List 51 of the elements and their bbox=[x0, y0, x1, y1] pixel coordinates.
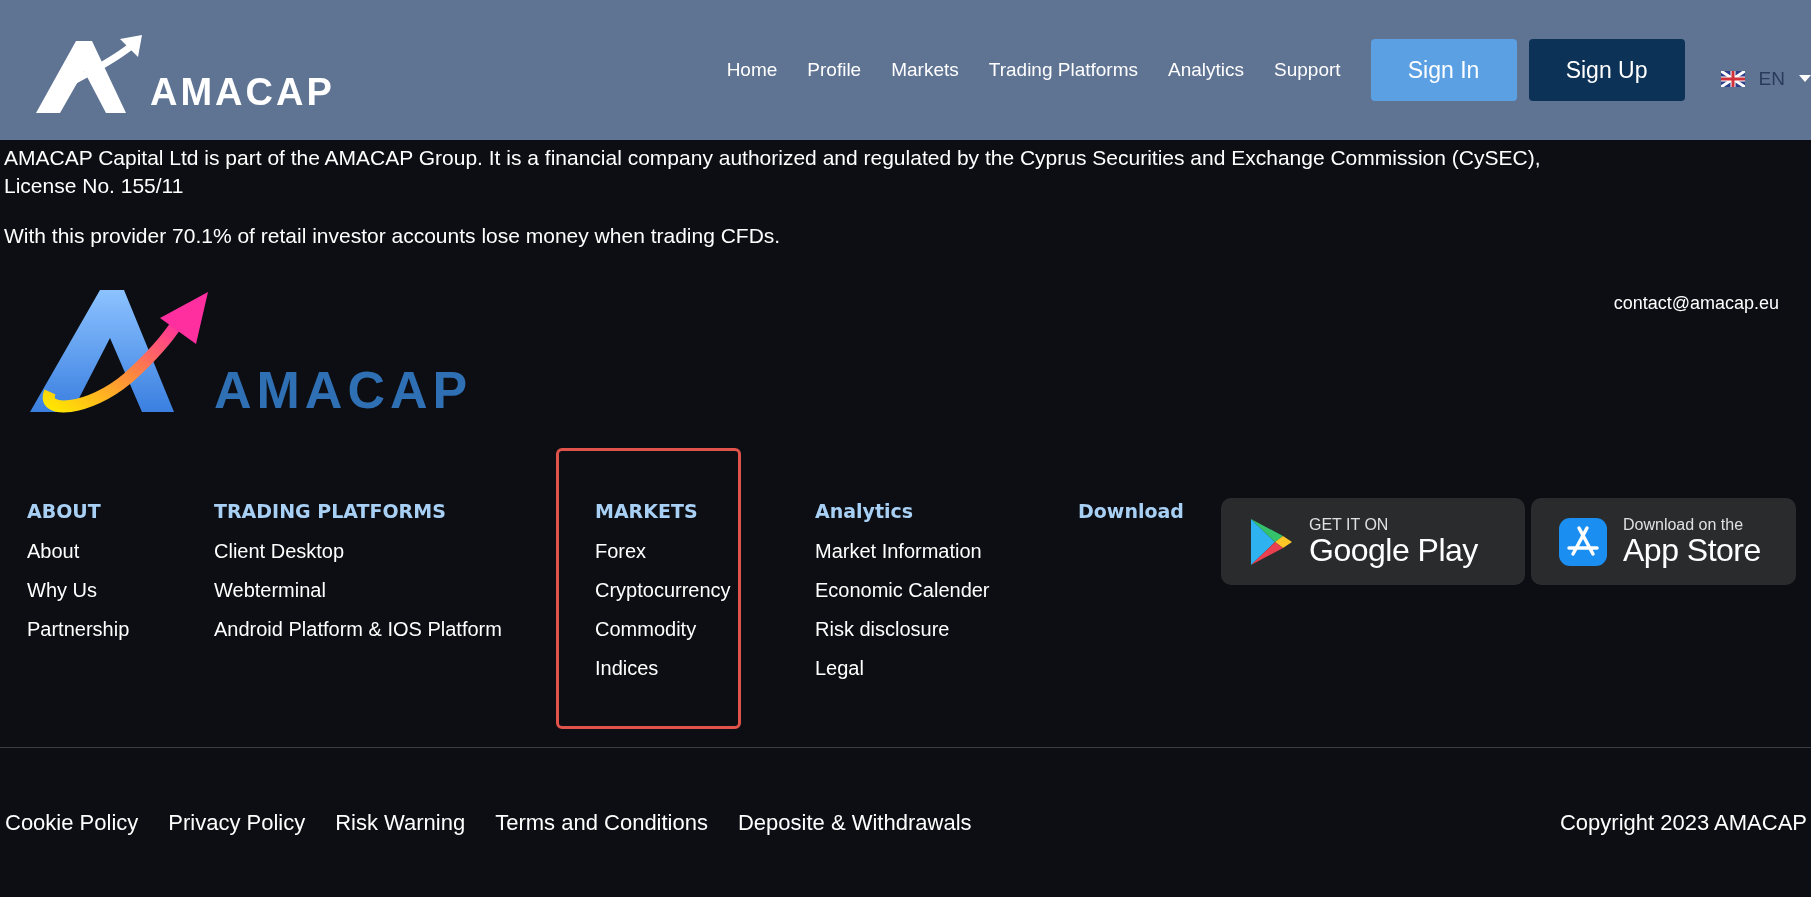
badge-caption: Download on the bbox=[1623, 515, 1745, 534]
app-store-icon bbox=[1559, 517, 1607, 566]
nav-link[interactable]: Markets bbox=[891, 59, 959, 81]
nav-link[interactable]: Trading Platforms bbox=[988, 59, 1138, 81]
footer-logo[interactable]: AMACAP bbox=[28, 288, 473, 418]
footer-link[interactable]: Client Desktop bbox=[214, 540, 592, 562]
footer-link[interactable]: Cryptocurrency bbox=[595, 579, 738, 601]
nav-link[interactable]: Analytics bbox=[1168, 59, 1245, 81]
app-store-badge[interactable]: Download on the App Store bbox=[1531, 498, 1796, 585]
footer-link[interactable]: Risk disclosure bbox=[815, 618, 1078, 640]
badge-title: App Store bbox=[1623, 533, 1761, 568]
flag-icon bbox=[1720, 71, 1745, 87]
column-heading: ABOUT bbox=[27, 500, 102, 522]
notice-text: AMACAP Capital Ltd is part of the AMACAP Group. It is a financial company authorized and regulated by the Cyprus Securities and Exchange Commission (CySEC), bbox=[4, 145, 1542, 171]
risk-warning-text: With this provider 70.1% of retail investor accounts lose money when trading CFDs. bbox=[4, 223, 782, 249]
notice-text: License No. 155/11 bbox=[4, 173, 185, 199]
footer-link[interactable]: Economic Calender bbox=[815, 579, 1078, 601]
badge-title: Google Play bbox=[1309, 533, 1478, 568]
nav-link[interactable]: Home bbox=[726, 59, 778, 81]
footer-link[interactable]: About bbox=[27, 540, 214, 562]
footer-link[interactable]: Webterminal bbox=[214, 579, 592, 601]
policy-link[interactable]: Privacy Policy bbox=[168, 810, 306, 836]
footer-link[interactable]: Market Information bbox=[815, 540, 1078, 562]
column-heading: TRADING PLATFORMS bbox=[214, 500, 447, 522]
sign-up-button[interactable]: Sign Up bbox=[1528, 39, 1685, 101]
policy-link[interactable]: Risk Warning bbox=[335, 810, 466, 836]
google-play-badge[interactable]: GET IT ON Google Play bbox=[1221, 498, 1525, 585]
column-heading: Analytics bbox=[815, 500, 915, 522]
column-heading: MARKETS bbox=[595, 500, 699, 522]
column-heading: Download bbox=[1078, 500, 1185, 522]
footer-link[interactable]: Why Us bbox=[27, 579, 214, 601]
footer-link[interactable]: Indices bbox=[595, 657, 738, 679]
footer-link[interactable]: Android Platform & IOS Platform bbox=[214, 618, 592, 640]
footer-link[interactable]: Legal bbox=[815, 657, 1078, 679]
copyright-text: Copyright 2023 AMACAP bbox=[1559, 810, 1807, 836]
play-icon bbox=[1249, 516, 1293, 567]
logo-mark-icon bbox=[34, 35, 144, 115]
footer-link[interactable]: Commodity bbox=[595, 618, 738, 640]
policy-link[interactable]: Terms and Conditions bbox=[495, 810, 708, 836]
nav-link[interactable]: Profile bbox=[807, 59, 862, 81]
logo-text: AMACAP bbox=[150, 73, 335, 111]
logo-text: AMACAP bbox=[214, 364, 473, 416]
badge-caption: GET IT ON bbox=[1309, 515, 1390, 534]
footer-link[interactable]: Forex bbox=[595, 540, 738, 562]
policy-link[interactable]: Deposite & Withdrawals bbox=[738, 810, 972, 836]
contact-email-link[interactable]: contact@amacap.eu bbox=[1613, 293, 1779, 314]
logo[interactable]: AMACAP bbox=[34, 35, 335, 115]
footer-link[interactable]: Partnership bbox=[27, 618, 214, 640]
policy-link[interactable]: Cookie Policy bbox=[5, 810, 139, 836]
caret-icon bbox=[1799, 75, 1811, 83]
nav-link[interactable]: Support bbox=[1274, 59, 1341, 81]
